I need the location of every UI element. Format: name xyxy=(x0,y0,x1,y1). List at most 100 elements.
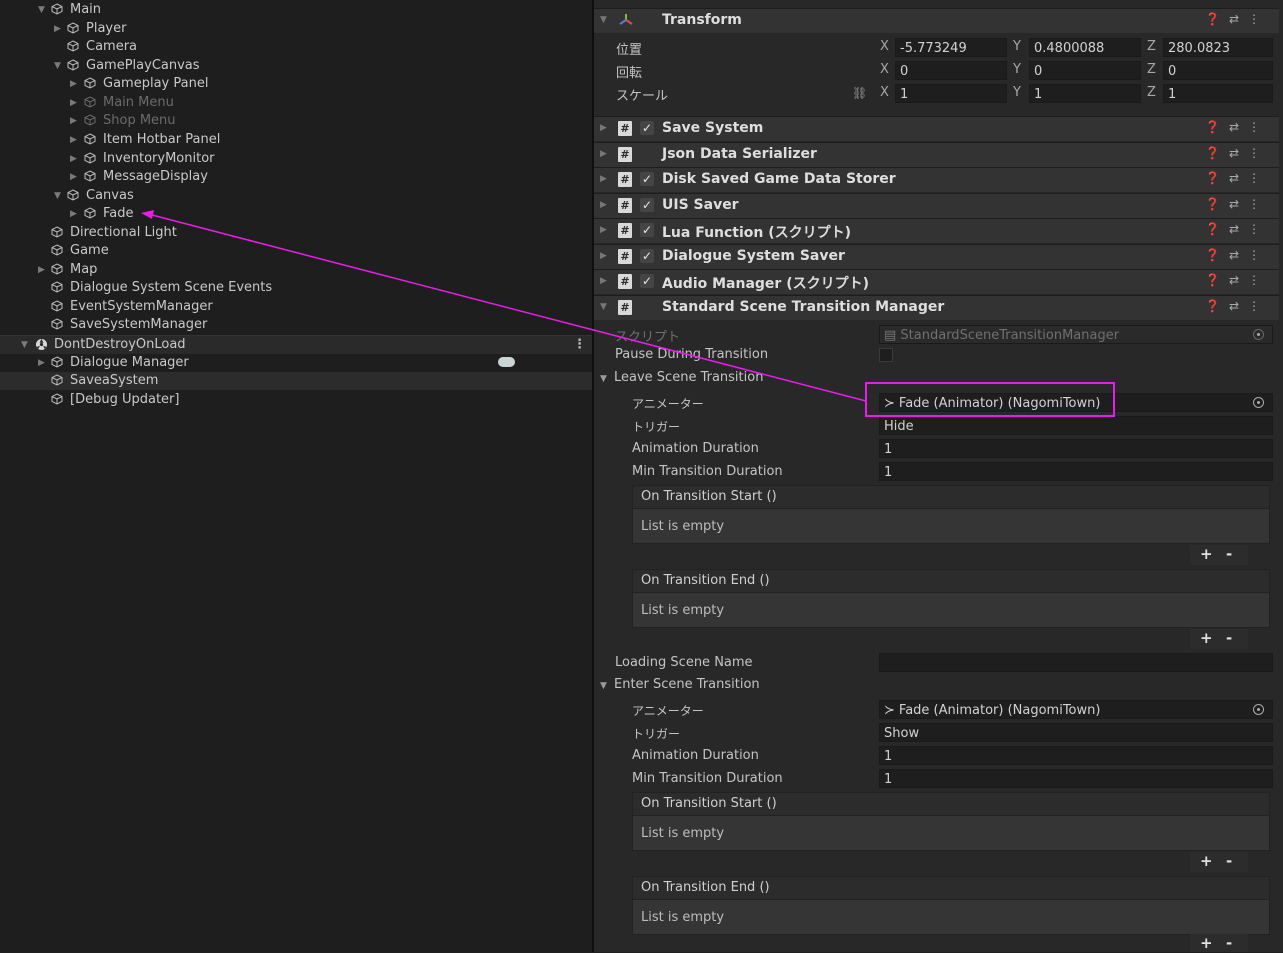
presets-icon[interactable]: ⇄ xyxy=(1229,222,1248,236)
enabled-checkbox[interactable]: ✓ xyxy=(640,223,654,237)
more-options-icon[interactable]: ⋮ xyxy=(1248,120,1269,134)
presets-icon[interactable]: ⇄ xyxy=(1229,120,1248,134)
position-y-field[interactable]: 0.4800088 xyxy=(1029,38,1141,57)
help-icon[interactable]: ❓ xyxy=(1205,248,1229,262)
add-listener-button[interactable]: + xyxy=(1200,852,1213,871)
component-header-uis-saver[interactable]: ▶ # ✓ UIS Saver ❓⇄⋮ xyxy=(594,193,1279,218)
component-tools[interactable]: ❓⇄⋮ xyxy=(1205,120,1269,134)
expand-arrow-icon[interactable]: ▼ xyxy=(54,57,61,75)
more-options-icon[interactable]: ⋮ xyxy=(1248,12,1269,26)
help-icon[interactable]: ❓ xyxy=(1205,120,1229,134)
hierarchy-item-saveasystem[interactable]: SaveaSystem xyxy=(0,372,592,390)
component-tools[interactable]: ❓⇄⋮ xyxy=(1205,171,1269,185)
fold-arrow-icon[interactable]: ▶ xyxy=(600,225,607,235)
hierarchy-item-savesystemmanager[interactable]: SaveSystemManager xyxy=(0,316,592,334)
help-icon[interactable]: ❓ xyxy=(1205,299,1229,313)
fold-arrow-icon[interactable]: ▼ xyxy=(600,681,607,691)
scale-y-field[interactable]: 1 xyxy=(1029,84,1141,103)
fold-arrow-icon[interactable]: ▼ xyxy=(600,15,607,25)
pause-during-transition-checkbox[interactable] xyxy=(879,348,893,362)
component-header-save-system[interactable]: ▶ # ✓ Save System ❓⇄⋮ xyxy=(594,116,1279,141)
hierarchy-item-gameplaycanvas[interactable]: ▼ GamePlayCanvas xyxy=(0,57,592,75)
presets-icon[interactable]: ⇄ xyxy=(1229,146,1248,160)
component-header-dialogue-system-saver[interactable]: ▶ # ✓ Dialogue System Saver ❓⇄⋮ xyxy=(594,244,1279,269)
more-options-icon[interactable]: ⋮ xyxy=(1248,299,1269,313)
hierarchy-item-map[interactable]: ▶ Map xyxy=(0,261,592,279)
leave-trigger-field[interactable]: Hide xyxy=(879,416,1273,435)
hierarchy-item-item-hotbar-panel[interactable]: ▶ Item Hotbar Panel xyxy=(0,131,592,149)
component-tools[interactable]: ❓⇄⋮ xyxy=(1205,197,1269,211)
object-picker-icon[interactable] xyxy=(1253,704,1264,715)
hierarchy-item-shop-menu[interactable]: ▶ Shop Menu xyxy=(0,112,592,130)
expand-arrow-icon[interactable]: ▶ xyxy=(38,261,45,279)
presets-icon[interactable]: ⇄ xyxy=(1229,171,1248,185)
presets-icon[interactable]: ⇄ xyxy=(1229,197,1248,211)
more-options-icon[interactable]: ⋮ xyxy=(1248,273,1269,287)
component-header-audio-manager[interactable]: ▶ # ✓ Audio Manager (スクリプト) ❓⇄⋮ xyxy=(594,269,1279,294)
expand-arrow-icon[interactable]: ▶ xyxy=(70,75,77,93)
more-options-icon[interactable]: ⋮ xyxy=(1248,222,1269,236)
expand-arrow-icon[interactable]: ▶ xyxy=(70,150,77,168)
enter-animator-field[interactable]: ≻ Fade (Animator) (NagomiTown) xyxy=(879,700,1273,719)
component-tools[interactable]: ❓⇄⋮ xyxy=(1205,248,1269,262)
enter-min-transition-duration-field[interactable]: 1 xyxy=(879,769,1273,788)
expand-arrow-icon[interactable]: ▶ xyxy=(70,168,77,186)
expand-arrow-icon[interactable]: ▶ xyxy=(38,354,45,372)
component-tools[interactable]: ❓⇄⋮ xyxy=(1205,222,1269,236)
presets-icon[interactable]: ⇄ xyxy=(1229,248,1248,262)
enabled-checkbox[interactable]: ✓ xyxy=(640,172,654,186)
fold-arrow-icon[interactable]: ▶ xyxy=(600,276,607,286)
hierarchy-item-debug-updater[interactable]: [Debug Updater] xyxy=(0,391,592,409)
leave-scene-transition-header[interactable]: Leave Scene Transition xyxy=(614,370,763,385)
component-header-json-data-serializer[interactable]: ▶ # Json Data Serializer ❓⇄⋮ xyxy=(594,142,1279,167)
fold-arrow-icon[interactable]: ▶ xyxy=(600,251,607,261)
enter-scene-transition-header[interactable]: Enter Scene Transition xyxy=(614,677,760,692)
leave-animator-field[interactable]: ≻ Fade (Animator) (NagomiTown) xyxy=(879,393,1273,412)
leave-animation-duration-field[interactable]: 1 xyxy=(879,439,1273,458)
more-options-icon[interactable]: ⋮ xyxy=(1248,248,1269,262)
fold-arrow-icon[interactable]: ▶ xyxy=(600,123,607,133)
component-tools[interactable]: ❓⇄⋮ xyxy=(1205,12,1269,26)
rotation-y-field[interactable]: 0 xyxy=(1029,61,1141,80)
expand-arrow-icon[interactable]: ▶ xyxy=(70,94,77,112)
hierarchy-item-dialogue-manager[interactable]: ▶ Dialogue Manager xyxy=(0,354,592,372)
hierarchy-scene-dontdestroyonload[interactable]: ▼ DontDestroyOnLoad ⋮ xyxy=(0,335,592,354)
scale-z-field[interactable]: 1 xyxy=(1163,84,1273,103)
leave-min-transition-duration-field[interactable]: 1 xyxy=(879,462,1273,481)
expand-arrow-icon[interactable]: ▼ xyxy=(38,1,45,19)
position-z-field[interactable]: 280.0823 xyxy=(1163,38,1273,57)
more-options-icon[interactable]: ⋮ xyxy=(1248,197,1269,211)
enabled-checkbox[interactable]: ✓ xyxy=(640,121,654,135)
expand-arrow-icon[interactable]: ▶ xyxy=(70,131,77,149)
presets-icon[interactable]: ⇄ xyxy=(1229,12,1248,26)
help-icon[interactable]: ❓ xyxy=(1205,12,1229,26)
hierarchy-item-fade[interactable]: ▶ Fade xyxy=(0,205,592,223)
enter-animation-duration-field[interactable]: 1 xyxy=(879,746,1273,765)
component-header-lua-function[interactable]: ▶ # ✓ Lua Function (スクリプト) ❓⇄⋮ xyxy=(594,218,1279,243)
help-icon[interactable]: ❓ xyxy=(1205,222,1229,236)
link-icon[interactable]: ⛓ xyxy=(852,86,867,100)
enabled-checkbox[interactable]: ✓ xyxy=(640,198,654,212)
component-header-disk-saved-game-data-storer[interactable]: ▶ # ✓ Disk Saved Game Data Storer ❓⇄⋮ xyxy=(594,167,1279,192)
presets-icon[interactable]: ⇄ xyxy=(1229,273,1248,287)
enabled-checkbox[interactable]: ✓ xyxy=(640,274,654,288)
hierarchy-item-directional-light[interactable]: Directional Light xyxy=(0,224,592,242)
component-header-standard-scene-transition-manager[interactable]: ▼ # Standard Scene Transition Manager ❓⇄… xyxy=(594,295,1279,320)
more-options-icon[interactable]: ⋮ xyxy=(1248,146,1269,160)
component-tools[interactable]: ❓⇄⋮ xyxy=(1205,273,1269,287)
add-listener-button[interactable]: + xyxy=(1200,934,1213,953)
more-options-icon[interactable]: ⋮ xyxy=(573,336,586,354)
hierarchy-item-player[interactable]: ▶ Player xyxy=(0,20,592,38)
fold-arrow-icon[interactable]: ▶ xyxy=(600,200,607,210)
scale-x-field[interactable]: 1 xyxy=(895,84,1007,103)
object-picker-icon[interactable] xyxy=(1253,397,1264,408)
add-listener-button[interactable]: + xyxy=(1200,629,1213,648)
component-header-transform[interactable]: ▼ Transform ❓⇄⋮ xyxy=(594,8,1279,33)
remove-listener-button[interactable]: - xyxy=(1226,852,1232,871)
position-x-field[interactable]: -5.773249 xyxy=(895,38,1007,57)
enabled-checkbox[interactable]: ✓ xyxy=(640,249,654,263)
rotation-z-field[interactable]: 0 xyxy=(1163,61,1273,80)
hierarchy-item-messagedisplay[interactable]: ▶ MessageDisplay xyxy=(0,168,592,186)
hierarchy-item-inventorymonitor[interactable]: ▶ InventoryMonitor xyxy=(0,150,592,168)
expand-arrow-icon[interactable]: ▼ xyxy=(54,187,61,205)
